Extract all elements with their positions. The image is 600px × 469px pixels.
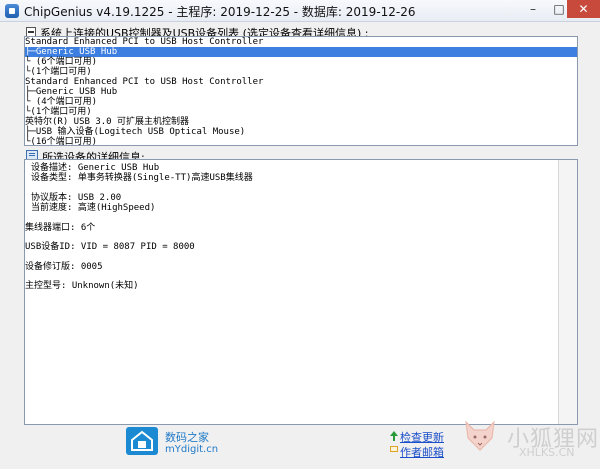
author-mail-link[interactable]: 作者邮箱 bbox=[400, 444, 444, 460]
title-bar: ChipGenius v4.19.1225 - 主程序: 2019-12-25 … bbox=[0, 0, 600, 22]
detail-row: 协议版本: USB 2.00 bbox=[31, 193, 122, 203]
site-name-link[interactable]: 数码之家 bbox=[165, 429, 209, 445]
vertical-scrollbar[interactable] bbox=[558, 160, 577, 424]
check-update-link[interactable]: 检查更新 bbox=[400, 429, 444, 445]
device-item[interactable]: └ (4个端口可用) bbox=[25, 97, 97, 107]
device-item[interactable]: └ (6个端口可用) bbox=[25, 57, 97, 67]
detail-row: 设备修订版: 0005 bbox=[25, 262, 103, 272]
device-item[interactable]: ├─Generic USB Hub bbox=[25, 87, 117, 97]
device-item[interactable]: └(1个端口可用) bbox=[25, 107, 92, 117]
device-item[interactable]: └(1个端口可用) bbox=[25, 67, 92, 77]
device-item[interactable]: 英特尔(R) USB 3.0 可扩展主机控制器 bbox=[25, 117, 189, 127]
app-icon bbox=[5, 4, 19, 18]
device-list[interactable]: Standard Enhanced PCI to USB Host Contro… bbox=[24, 36, 578, 146]
minimize-button[interactable]: – bbox=[520, 0, 546, 18]
detail-row: USB设备ID: VID = 8087 PID = 8000 bbox=[25, 242, 195, 252]
details-panel[interactable]: 设备描述: Generic USB Hub 设备类型: 单事务转换器(Singl… bbox=[24, 159, 578, 425]
detail-row: 设备描述: Generic USB Hub bbox=[31, 163, 160, 173]
detail-row: 集线器端口: 6个 bbox=[25, 223, 96, 233]
fox-watermark-icon bbox=[465, 420, 495, 451]
detail-row: 设备类型: 单事务转换器(Single-TT)高速USB集线器 bbox=[31, 173, 253, 183]
device-item[interactable]: └(16个端口可用) bbox=[25, 137, 97, 145]
detail-row: 主控型号: Unknown(未知) bbox=[25, 281, 139, 291]
device-item[interactable]: ├─USB 输入设备(Logitech USB Optical Mouse) bbox=[25, 127, 245, 137]
device-item[interactable]: Standard Enhanced PCI to USB Host Contro… bbox=[25, 37, 263, 47]
site-url-link[interactable]: mYdigit.cn bbox=[165, 444, 218, 455]
detail-row: 当前速度: 高速(HighSpeed) bbox=[31, 203, 156, 213]
home-logo-icon[interactable] bbox=[126, 427, 158, 455]
device-item[interactable]: Standard Enhanced PCI to USB Host Contro… bbox=[25, 77, 263, 87]
watermark-url: XHLKS.CN bbox=[519, 446, 575, 459]
update-arrow-icon bbox=[390, 431, 398, 441]
device-item-selected[interactable]: ├─Generic USB Hub bbox=[25, 47, 577, 57]
window-title: ChipGenius v4.19.1225 - 主程序: 2019-12-25 … bbox=[24, 5, 416, 19]
close-button[interactable]: ✕ bbox=[567, 0, 600, 18]
mail-icon bbox=[390, 446, 398, 452]
